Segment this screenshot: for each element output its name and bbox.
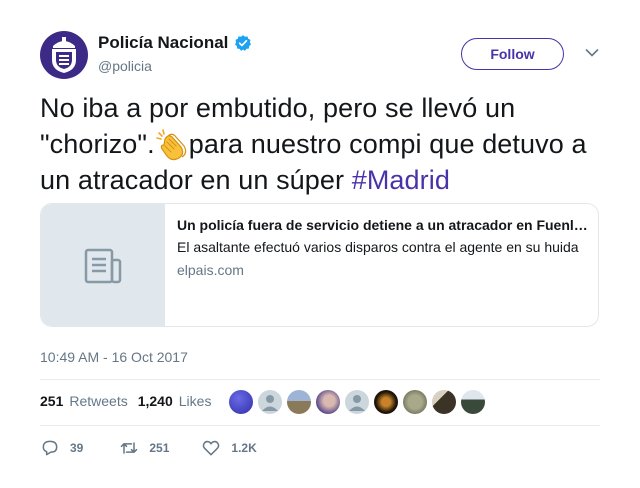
reply-icon bbox=[42, 440, 58, 456]
tweet-actions: 39 251 1.2K bbox=[40, 438, 257, 458]
retweets-count[interactable]: 251 bbox=[40, 393, 63, 409]
tweet-text: No iba a por embutido, pero se llevó un … bbox=[40, 90, 615, 198]
liker-avatar[interactable] bbox=[316, 390, 340, 414]
liker-avatar[interactable] bbox=[287, 390, 311, 414]
liker-avatar[interactable] bbox=[258, 390, 282, 414]
divider bbox=[40, 379, 600, 380]
liker-avatar[interactable] bbox=[374, 390, 398, 414]
chevron-down-icon[interactable] bbox=[585, 48, 599, 58]
verified-badge-icon bbox=[235, 35, 252, 51]
tweet: Policía Nacional @policia Follow No iba … bbox=[0, 0, 640, 488]
author-handle[interactable]: @policia bbox=[98, 58, 152, 74]
avatar[interactable] bbox=[40, 31, 88, 79]
card-title[interactable]: Un policía fuera de servicio detiene a u… bbox=[177, 217, 589, 233]
reply-button[interactable]: 39 bbox=[40, 438, 83, 458]
retweets-label[interactable]: Retweets bbox=[69, 393, 127, 409]
card-description: El asaltante efectuó varios disparos con… bbox=[177, 239, 579, 255]
liker-avatar[interactable] bbox=[403, 390, 427, 414]
likes-label[interactable]: Likes bbox=[179, 393, 212, 409]
document-icon bbox=[84, 248, 122, 284]
likes-count[interactable]: 1,240 bbox=[138, 393, 173, 409]
card-domain: elpais.com bbox=[177, 262, 244, 278]
tweet-timestamp[interactable]: 10:49 AM - 16 Oct 2017 bbox=[40, 349, 188, 365]
police-badge-icon bbox=[52, 37, 76, 73]
liker-avatar[interactable] bbox=[461, 390, 485, 414]
link-preview-card[interactable]: Un policía fuera de servicio detiene a u… bbox=[40, 203, 599, 327]
divider bbox=[40, 425, 600, 426]
liker-avatar[interactable] bbox=[229, 390, 253, 414]
engagement-stats: 251 Retweets 1,240 Likes bbox=[40, 393, 211, 409]
card-thumbnail bbox=[41, 204, 165, 326]
liker-avatars bbox=[229, 390, 485, 414]
liker-avatar[interactable] bbox=[345, 390, 369, 414]
hashtag-link[interactable]: #Madrid bbox=[352, 165, 450, 195]
retweet-icon bbox=[121, 442, 138, 454]
liker-avatar[interactable] bbox=[432, 390, 456, 414]
like-button[interactable]: 1.2K bbox=[201, 438, 257, 458]
author-name-row[interactable]: Policía Nacional bbox=[98, 33, 252, 53]
like-count: 1.2K bbox=[231, 441, 257, 455]
retweet-count: 251 bbox=[149, 441, 170, 455]
reply-count: 39 bbox=[70, 441, 84, 455]
clapping-hands-icon bbox=[155, 129, 186, 161]
follow-button[interactable]: Follow bbox=[461, 38, 564, 70]
heart-icon bbox=[203, 440, 220, 456]
author-name[interactable]: Policía Nacional bbox=[98, 33, 228, 53]
retweet-button[interactable]: 251 bbox=[119, 438, 169, 458]
